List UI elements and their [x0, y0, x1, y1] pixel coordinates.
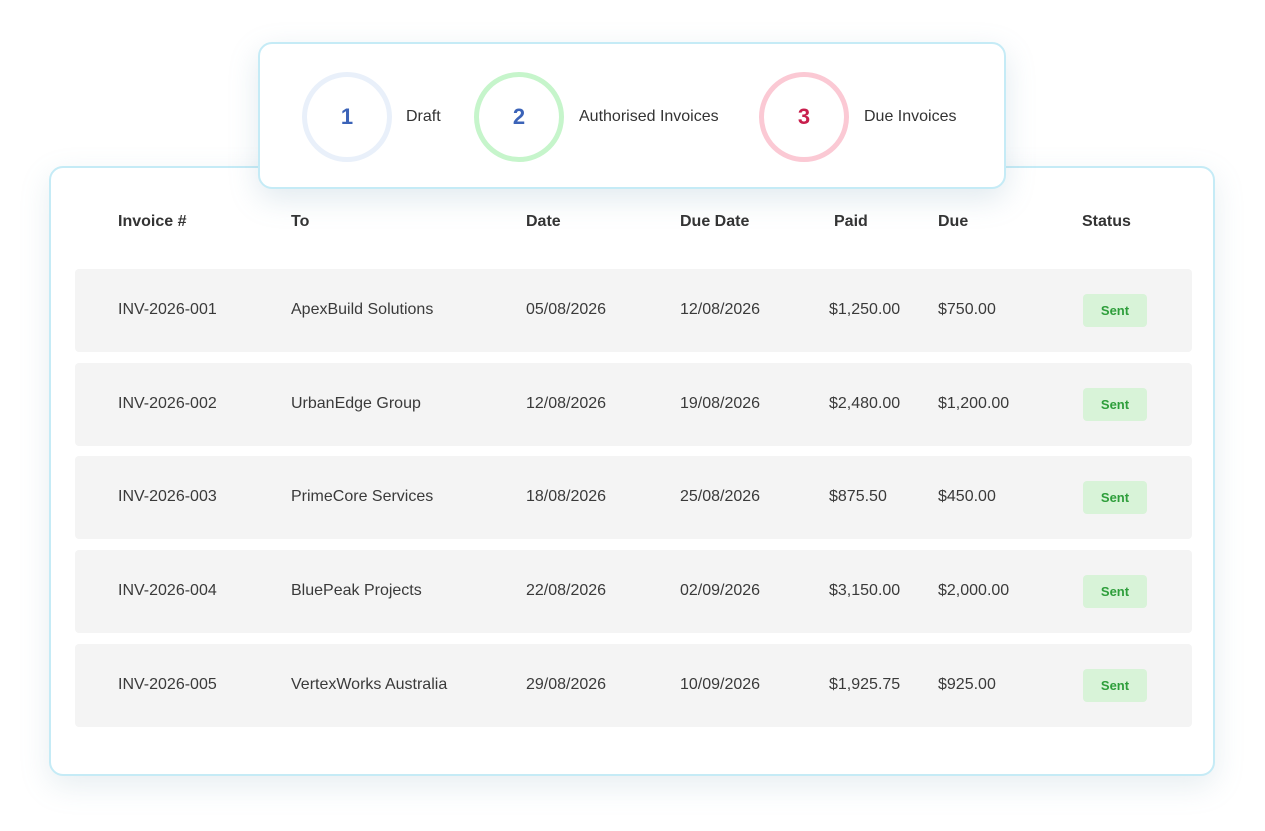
cell-due-date: 25/08/2026 [680, 488, 761, 505]
cell-invoice: INV-2026-004 [118, 582, 217, 599]
due-count-circle[interactable]: 3 [759, 72, 849, 162]
cell-due: $750.00 [938, 301, 996, 318]
header-invoice: Invoice # [118, 213, 187, 230]
cell-paid: $1,925.75 [829, 676, 901, 693]
cell-date: 12/08/2026 [526, 395, 607, 412]
cell-paid: $875.50 [829, 488, 887, 505]
due-label[interactable]: Due Invoices [864, 108, 957, 126]
table-row[interactable]: INV-2026-002 UrbanEdge Group 12/08/2026 … [75, 363, 1192, 446]
draft-count-circle[interactable]: 1 [302, 72, 392, 162]
cell-date: 18/08/2026 [526, 488, 607, 505]
cell-due-date: 19/08/2026 [680, 395, 761, 412]
cell-due: $450.00 [938, 488, 996, 505]
authorised-count-circle[interactable]: 2 [474, 72, 564, 162]
cell-due-date: 12/08/2026 [680, 301, 761, 318]
status-badge[interactable]: Sent [1083, 575, 1147, 608]
invoice-table-card: Invoice # To Date Due Date Paid Due Stat… [49, 166, 1215, 776]
header-date: Date [526, 213, 561, 230]
status-badge[interactable]: Sent [1083, 388, 1147, 421]
status-badge[interactable]: Sent [1083, 294, 1147, 327]
cell-invoice: INV-2026-001 [118, 301, 217, 318]
cell-date: 05/08/2026 [526, 301, 607, 318]
cell-to: PrimeCore Services [291, 488, 434, 505]
cell-due-date: 02/09/2026 [680, 582, 761, 599]
cell-paid: $1,250.00 [829, 301, 901, 318]
cell-invoice: INV-2026-002 [118, 395, 217, 412]
cell-to: UrbanEdge Group [291, 395, 421, 412]
invoice-dashboard: 1 Draft 2 Authorised Invoices 3 Due Invo… [0, 0, 1265, 831]
cell-due: $2,000.00 [938, 582, 1010, 599]
cell-invoice: INV-2026-005 [118, 676, 217, 693]
cell-paid: $3,150.00 [829, 582, 901, 599]
invoice-summary-card: 1 Draft 2 Authorised Invoices 3 Due Invo… [258, 42, 1006, 189]
header-to: To [291, 213, 310, 230]
table-row[interactable]: INV-2026-005 VertexWorks Australia 29/08… [75, 644, 1192, 727]
cell-paid: $2,480.00 [829, 395, 901, 412]
header-status: Status [1082, 213, 1131, 230]
cell-due: $925.00 [938, 676, 996, 693]
cell-to: ApexBuild Solutions [291, 301, 434, 318]
table-row[interactable]: INV-2026-003 PrimeCore Services 18/08/20… [75, 456, 1192, 539]
cell-to: VertexWorks Australia [291, 676, 448, 693]
cell-invoice: INV-2026-003 [118, 488, 217, 505]
header-due-date: Due Date [680, 213, 750, 230]
table-row[interactable]: INV-2026-004 BluePeak Projects 22/08/202… [75, 550, 1192, 633]
authorised-label[interactable]: Authorised Invoices [579, 108, 719, 126]
header-due: Due [938, 213, 969, 230]
cell-to: BluePeak Projects [291, 582, 422, 599]
cell-date: 22/08/2026 [526, 582, 607, 599]
status-badge[interactable]: Sent [1083, 481, 1147, 514]
header-paid: Paid [834, 213, 868, 230]
status-badge[interactable]: Sent [1083, 669, 1147, 702]
cell-date: 29/08/2026 [526, 676, 607, 693]
cell-due-date: 10/09/2026 [680, 676, 761, 693]
draft-label[interactable]: Draft [406, 108, 441, 126]
cell-due: $1,200.00 [938, 395, 1010, 412]
table-row[interactable]: INV-2026-001 ApexBuild Solutions 05/08/2… [75, 269, 1192, 352]
